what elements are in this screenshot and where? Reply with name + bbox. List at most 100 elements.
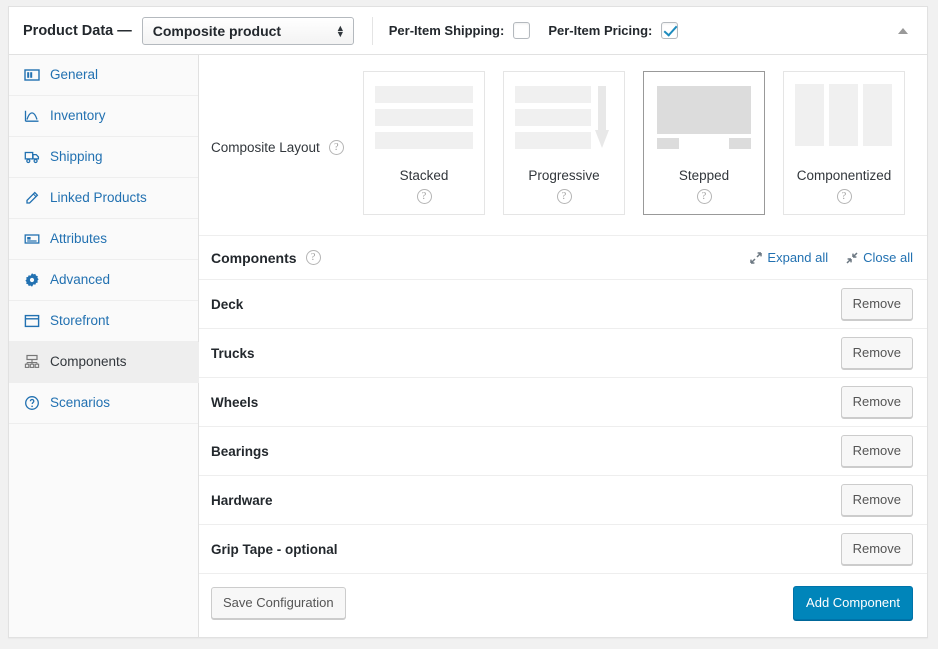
per-item-shipping-group: Per-Item Shipping: — [389, 22, 531, 39]
layout-option-label: Stacked — [400, 168, 449, 183]
composite-layout-label-wrap: Composite Layout ? — [211, 71, 363, 215]
remove-button[interactable]: Remove — [841, 484, 913, 517]
components-list: Deck Remove Trucks Remove Wheels Remove … — [199, 280, 927, 574]
sidebar-item-components[interactable]: Components — [9, 342, 199, 383]
component-name: Bearings — [211, 444, 269, 459]
attributes-icon — [23, 230, 41, 248]
product-type-select[interactable]: Composite product ▲▼ — [142, 17, 354, 45]
stepped-thumbnail-icon — [655, 84, 753, 152]
triangle-up-icon — [898, 28, 908, 34]
help-icon[interactable]: ? — [837, 189, 852, 204]
progressive-thumbnail-icon — [515, 84, 613, 152]
help-icon[interactable]: ? — [329, 140, 344, 155]
component-name: Hardware — [211, 493, 273, 508]
layout-option-stepped[interactable]: Stepped ? — [643, 71, 765, 215]
remove-button[interactable]: Remove — [841, 533, 913, 566]
per-item-pricing-checkbox[interactable] — [661, 22, 678, 39]
layout-option-progressive[interactable]: Progressive ? — [503, 71, 625, 215]
linked-products-icon — [23, 189, 41, 207]
table-row[interactable]: Bearings Remove — [199, 427, 927, 476]
components-icon — [23, 353, 41, 371]
table-row[interactable]: Hardware Remove — [199, 476, 927, 525]
expand-all-label: Expand all — [767, 250, 828, 265]
sidebar-item-storefront[interactable]: Storefront — [9, 301, 198, 342]
product-data-screen: Product Data — Composite product ▲▼ Per-… — [0, 0, 938, 649]
layout-option-componentized[interactable]: Componentized ? — [783, 71, 905, 215]
componentized-thumbnail-icon — [795, 84, 893, 152]
help-icon[interactable]: ? — [417, 189, 432, 204]
add-component-button[interactable]: Add Component — [793, 586, 913, 621]
expand-all-link[interactable]: Expand all — [750, 250, 828, 265]
panel-header: Product Data — Composite product ▲▼ Per-… — [9, 7, 927, 55]
product-data-tabs: General Inventory Shipping — [9, 55, 199, 637]
collapse-panel-toggle[interactable] — [893, 21, 913, 41]
per-item-shipping-checkbox[interactable] — [513, 22, 530, 39]
expand-arrows-icon — [750, 252, 762, 264]
close-all-label: Close all — [863, 250, 913, 265]
per-item-shipping-label: Per-Item Shipping: — [389, 23, 505, 38]
components-header: Components ? Expand all — [199, 236, 927, 280]
scenarios-icon — [23, 394, 41, 412]
layout-option-label: Stepped — [679, 168, 729, 183]
sidebar-item-linked-products[interactable]: Linked Products — [9, 178, 198, 219]
composite-layout-label: Composite Layout — [211, 140, 320, 155]
general-icon — [23, 66, 41, 84]
sidebar-item-label: Scenarios — [50, 396, 110, 410]
sidebar-item-inventory[interactable]: Inventory — [9, 96, 198, 137]
table-row[interactable]: Trucks Remove — [199, 329, 927, 378]
components-footer: Save Configuration Add Component — [199, 574, 927, 632]
layout-option-label: Progressive — [528, 168, 599, 183]
table-row[interactable]: Wheels Remove — [199, 378, 927, 427]
sidebar-item-label: Advanced — [50, 273, 110, 287]
storefront-icon — [23, 312, 41, 330]
component-name: Grip Tape - optional — [211, 542, 338, 557]
inventory-icon — [23, 107, 41, 125]
page-title: Product Data — — [23, 23, 132, 39]
remove-button[interactable]: Remove — [841, 386, 913, 419]
layout-option-stacked[interactable]: Stacked ? — [363, 71, 485, 215]
save-configuration-button[interactable]: Save Configuration — [211, 587, 346, 620]
components-panel-content: Composite Layout ? Stacked ? — [199, 55, 927, 637]
remove-button[interactable]: Remove — [841, 435, 913, 468]
sidebar-item-label: Linked Products — [50, 191, 147, 205]
stacked-thumbnail-icon — [375, 84, 473, 152]
components-title: Components — [211, 250, 297, 266]
layout-option-label: Componentized — [797, 168, 892, 183]
component-name: Deck — [211, 297, 243, 312]
help-icon[interactable]: ? — [306, 250, 321, 265]
sidebar-item-label: Attributes — [50, 232, 107, 246]
sidebar-item-advanced[interactable]: Advanced — [9, 260, 198, 301]
close-all-link[interactable]: Close all — [846, 250, 913, 265]
remove-button[interactable]: Remove — [841, 337, 913, 370]
sidebar-item-attributes[interactable]: Attributes — [9, 219, 198, 260]
per-item-pricing-group: Per-Item Pricing: — [548, 22, 678, 39]
table-row[interactable]: Grip Tape - optional Remove — [199, 525, 927, 574]
help-icon[interactable]: ? — [697, 189, 712, 204]
sidebar-item-general[interactable]: General — [9, 55, 198, 96]
remove-button[interactable]: Remove — [841, 288, 913, 321]
composite-layout-options: Stacked ? Progressive ? — [363, 71, 905, 215]
composite-layout-section: Composite Layout ? Stacked ? — [199, 55, 927, 236]
sidebar-item-label: Inventory — [50, 109, 106, 123]
sidebar-item-label: General — [50, 68, 98, 82]
component-name: Trucks — [211, 346, 255, 361]
collapse-arrows-icon — [846, 252, 858, 264]
sidebar-item-shipping[interactable]: Shipping — [9, 137, 198, 178]
product-data-panel: Product Data — Composite product ▲▼ Per-… — [8, 6, 928, 638]
per-item-pricing-label: Per-Item Pricing: — [548, 23, 652, 38]
sidebar-item-label: Storefront — [50, 314, 109, 328]
sidebar-item-label: Shipping — [50, 150, 103, 164]
select-arrows-icon: ▲▼ — [336, 25, 345, 37]
component-name: Wheels — [211, 395, 258, 410]
sidebar-item-label: Components — [50, 355, 127, 369]
components-header-actions: Expand all Close all — [750, 250, 913, 265]
sidebar-item-scenarios[interactable]: Scenarios — [9, 383, 198, 424]
arrow-down-icon — [595, 86, 609, 150]
product-type-value: Composite product — [153, 23, 281, 39]
help-icon[interactable]: ? — [557, 189, 572, 204]
header-divider — [372, 17, 373, 45]
shipping-icon — [23, 148, 41, 166]
panel-body: General Inventory Shipping — [9, 55, 927, 637]
table-row[interactable]: Deck Remove — [199, 280, 927, 329]
advanced-gear-icon — [23, 271, 41, 289]
